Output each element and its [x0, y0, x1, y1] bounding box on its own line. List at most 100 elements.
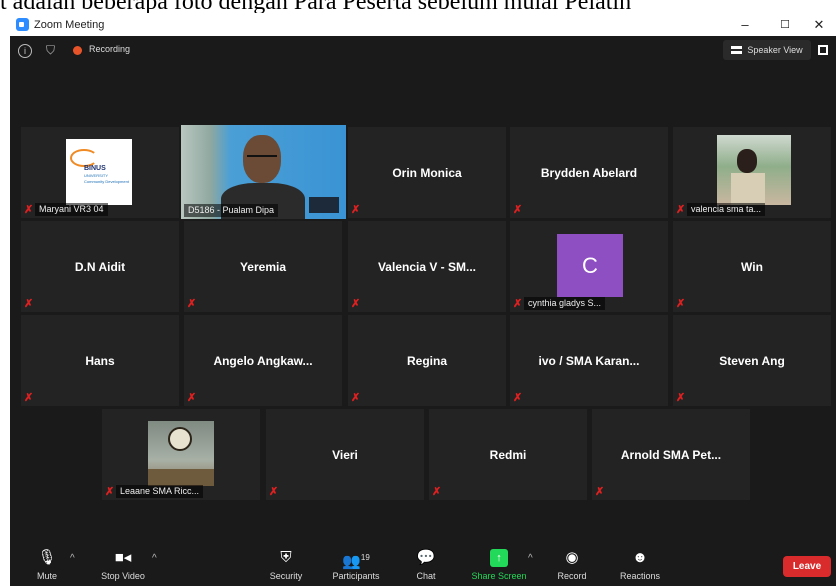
- reactions-button[interactable]: ☻ Reactions: [605, 549, 675, 581]
- participant-tile-brydden[interactable]: Brydden Abelard ✗: [510, 127, 668, 218]
- chat-label: Chat: [416, 571, 436, 581]
- participant-tile-ivo[interactable]: ivo / SMA Karan... ✗: [510, 315, 668, 406]
- participant-tile-steven[interactable]: Steven Ang ✗: [673, 315, 831, 406]
- muted-mic-icon: ✗: [24, 392, 34, 404]
- participant-name: D.N Aidit: [74, 259, 126, 274]
- muted-mic-icon: ✗: [595, 486, 605, 498]
- participant-tile-cynthia[interactable]: C ✗ cynthia gladys S...: [510, 221, 668, 312]
- security-shield-icon: ⛨: [280, 549, 292, 566]
- fullscreen-icon[interactable]: [818, 45, 828, 55]
- muted-mic-icon: ✗: [432, 486, 442, 498]
- stop-video-label: Stop Video: [101, 571, 145, 581]
- muted-mic-icon: ✗: [513, 204, 523, 216]
- muted-mic-icon: ✗: [351, 392, 361, 404]
- background-object: [309, 197, 339, 213]
- muted-mic-icon: ✗: [676, 392, 686, 404]
- participant-tile-valencia-v[interactable]: Valencia V - SM... ✗: [348, 221, 506, 312]
- audio-options-caret-icon[interactable]: ^: [70, 553, 75, 564]
- participant-name: Regina: [406, 353, 447, 368]
- share-options-caret-icon[interactable]: ^: [528, 553, 533, 564]
- muted-mic-icon: ✗: [187, 392, 197, 404]
- meeting-toolbar: 🎙 Mute ^ ■◂ Stop Video ^ ⛨ Security 👥19 …: [10, 535, 836, 586]
- muted-mic-icon: ✗: [351, 204, 361, 216]
- participant-tile-dn-aidit[interactable]: D.N Aidit ✗: [21, 221, 179, 312]
- recording-label: Recording: [89, 44, 131, 54]
- binus-logo-caption: Community Development: [84, 179, 129, 184]
- participant-tile-arnold[interactable]: Arnold SMA Pet... ✗: [592, 409, 750, 500]
- chat-button[interactable]: 💬 Chat: [391, 549, 461, 581]
- security-label: Security: [269, 571, 303, 581]
- zoom-window: Zoom Meeting – ☐ ✕ i ⛉ Recording Speaker…: [10, 13, 836, 586]
- participant-name: ivo / SMA Karan...: [538, 353, 640, 368]
- binus-logo-sub: UNIVERSITY: [84, 173, 109, 178]
- window-title: Zoom Meeting: [34, 18, 105, 31]
- security-button[interactable]: ⛨ Security: [251, 549, 321, 581]
- participant-name: Redmi: [489, 447, 527, 462]
- participant-tile-yeremia[interactable]: Yeremia ✗: [184, 221, 342, 312]
- muted-mic-icon: ✗: [513, 392, 523, 404]
- participant-tile-redmi[interactable]: Redmi ✗: [429, 409, 587, 500]
- view-grid-icon: [731, 46, 743, 54]
- speaker-view-label: Speaker View: [747, 45, 803, 55]
- participant-tile-regina[interactable]: Regina ✗: [348, 315, 506, 406]
- video-camera-icon: ■◂: [114, 549, 132, 566]
- participant-tile-valencia-sma[interactable]: ✗ valencia sma ta...: [673, 127, 831, 218]
- glasses: [247, 155, 277, 165]
- person-hair: [737, 149, 757, 173]
- participant-name: Vieri: [332, 447, 358, 462]
- muted-mic-icon: ✗: [513, 298, 523, 310]
- participants-icon: 👥19: [342, 553, 370, 570]
- share-arrow-icon: ↑: [490, 549, 508, 567]
- participant-tile-win[interactable]: Win ✗: [673, 221, 831, 312]
- participant-photo: [717, 135, 791, 205]
- reactions-label: Reactions: [619, 571, 661, 581]
- share-screen-label: Share Screen: [471, 571, 527, 581]
- participant-name-label: cynthia gladys S...: [524, 297, 606, 310]
- participants-button[interactable]: 👥19 Participants: [321, 549, 391, 581]
- leave-button[interactable]: Leave: [783, 556, 831, 577]
- stop-video-button[interactable]: ■◂ Stop Video: [88, 549, 158, 581]
- participant-name-label: Leaane SMA Ricc...: [116, 485, 204, 498]
- participant-name: Steven Ang: [719, 353, 785, 368]
- minimize-button[interactable]: –: [725, 13, 765, 36]
- muted-mic-icon: ✗: [24, 204, 34, 216]
- participant-tile-vieri[interactable]: Vieri ✗: [266, 409, 424, 500]
- encryption-shield-icon[interactable]: ⛉: [46, 43, 55, 58]
- record-circle-icon: ◉: [565, 549, 579, 566]
- participant-tile-pualam[interactable]: D5186 - Pualam Dipa: [181, 125, 346, 219]
- muted-mic-icon: ✗: [105, 486, 115, 498]
- muted-mic-icon: ✗: [269, 486, 279, 498]
- participant-name: Arnold SMA Pet...: [620, 447, 722, 462]
- muted-mic-icon: ✗: [24, 298, 34, 310]
- zoom-app-icon: [16, 18, 29, 31]
- participant-tile-angelo[interactable]: Angelo Angkaw... ✗: [184, 315, 342, 406]
- furniture-shelf: [148, 469, 214, 486]
- participant-tile-maryani[interactable]: BINUS UNIVERSITY Community Development ✗…: [21, 127, 179, 218]
- muted-mic-icon: ✗: [187, 298, 197, 310]
- mute-label: Mute: [36, 571, 57, 581]
- video-options-caret-icon[interactable]: ^: [152, 553, 157, 564]
- close-button[interactable]: ✕: [799, 13, 836, 36]
- chat-bubble-icon: 💬: [416, 549, 436, 566]
- participant-name: Valencia V - SM...: [377, 259, 477, 274]
- share-screen-button[interactable]: ↑ Share Screen: [464, 549, 534, 581]
- record-label: Record: [557, 571, 587, 581]
- record-button[interactable]: ◉ Record: [537, 549, 607, 581]
- binus-logo-text: BINUS: [84, 165, 106, 172]
- participants-count: 19: [360, 553, 370, 562]
- participant-photo: [148, 421, 214, 486]
- participant-name: Angelo Angkaw...: [213, 353, 313, 368]
- participant-tile-orin[interactable]: Orin Monica ✗: [348, 127, 506, 218]
- speaker-view-button[interactable]: Speaker View: [723, 40, 811, 60]
- binus-logo-image: BINUS UNIVERSITY Community Development: [66, 139, 132, 205]
- participant-name: Hans: [85, 353, 115, 368]
- muted-mic-icon: ✗: [676, 204, 686, 216]
- info-icon[interactable]: i: [18, 44, 32, 58]
- participant-tile-leaane[interactable]: ✗ Leaane SMA Ricc...: [102, 409, 260, 500]
- participant-tile-hans[interactable]: Hans ✗: [21, 315, 179, 406]
- participant-name: Brydden Abelard: [540, 165, 638, 180]
- participants-label: Participants: [332, 571, 380, 581]
- participant-name-label: D5186 - Pualam Dipa: [184, 204, 279, 217]
- title-bar: Zoom Meeting – ☐ ✕: [10, 13, 836, 36]
- person-body: [731, 173, 765, 205]
